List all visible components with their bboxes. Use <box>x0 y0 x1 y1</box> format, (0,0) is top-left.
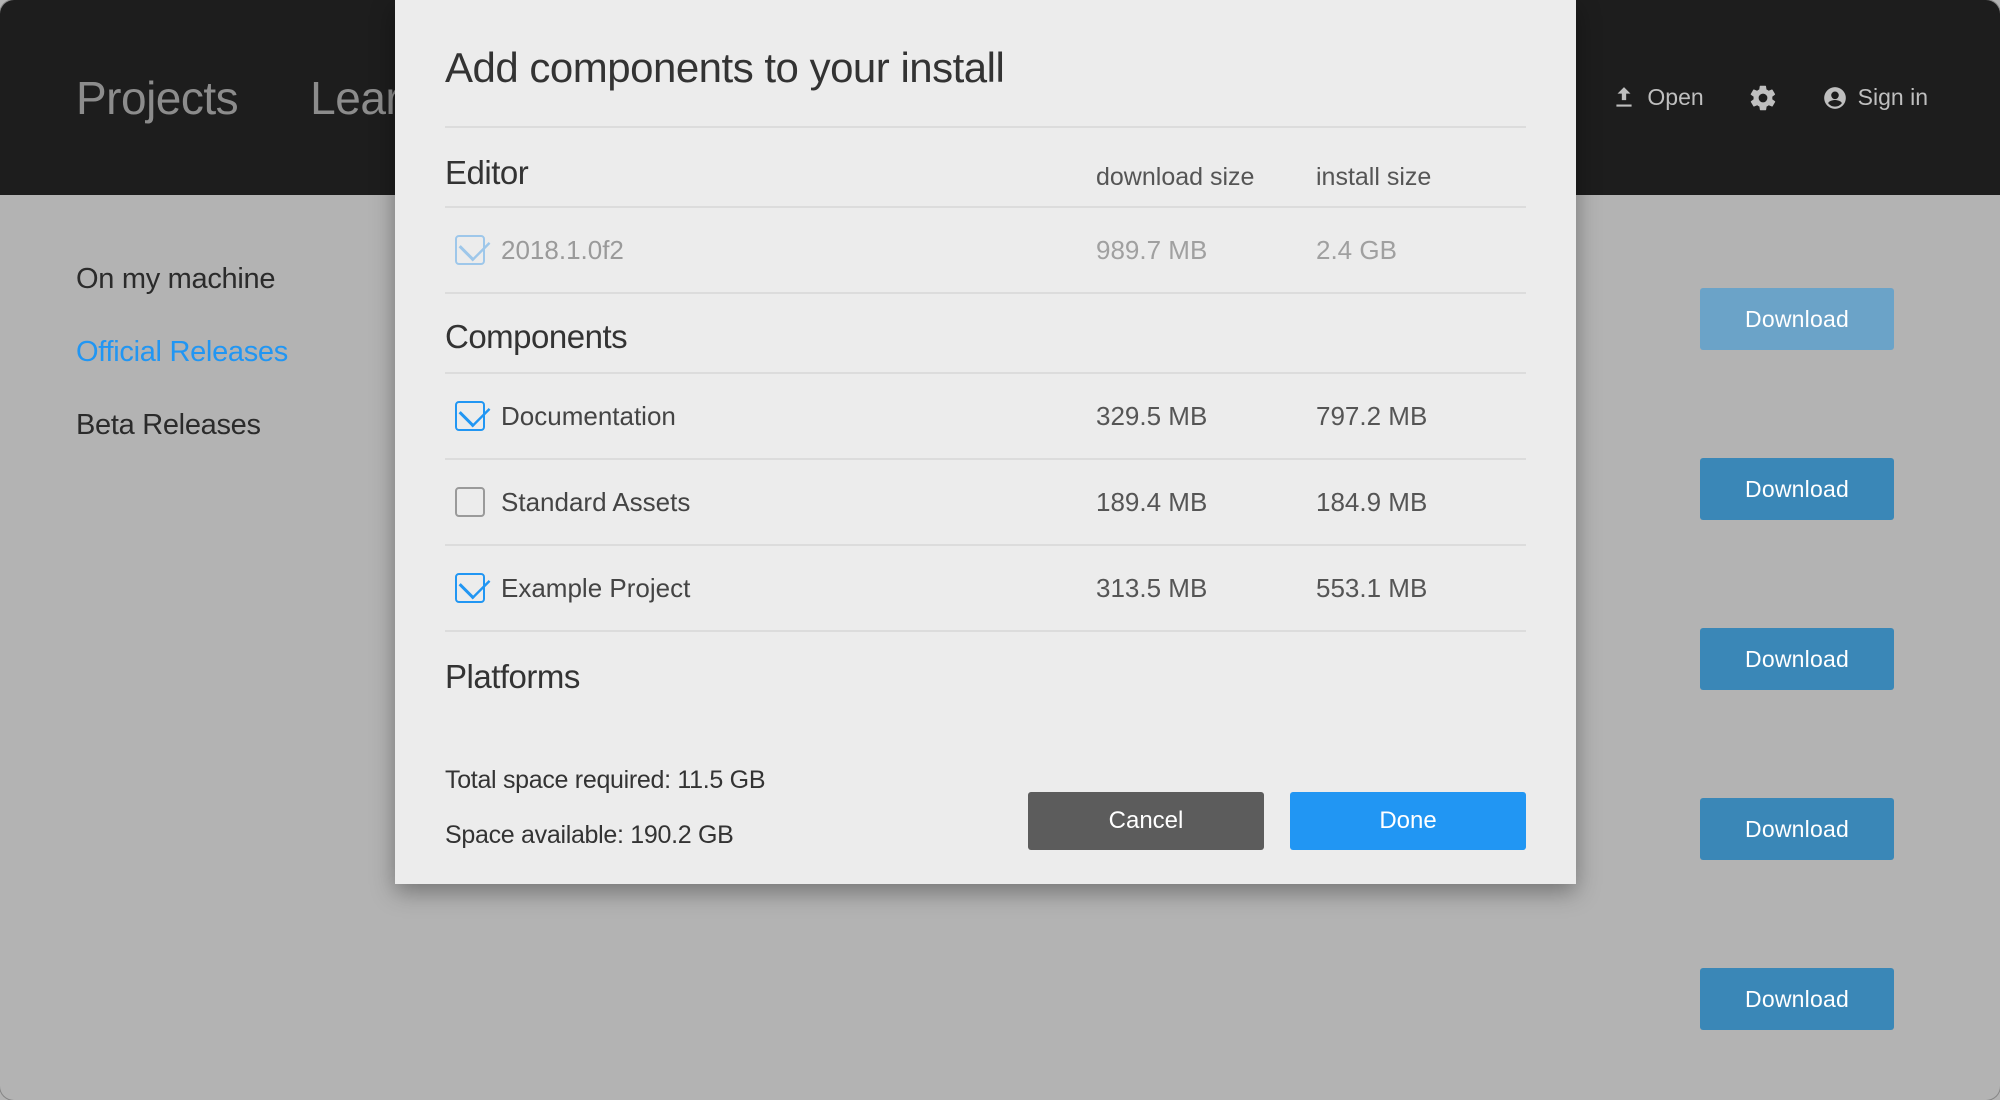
component-download-size: 313.5 MB <box>1096 573 1316 604</box>
editor-version-label: 2018.1.0f2 <box>501 235 624 266</box>
modal-title: Add components to your install <box>445 44 1526 92</box>
download-button[interactable]: Download <box>1700 798 1894 860</box>
download-button[interactable]: Download <box>1700 288 1894 350</box>
component-name: Example Project <box>501 573 690 604</box>
platforms-section-title: Platforms <box>445 632 1526 702</box>
editor-row: 2018.1.0f2 989.7 MB 2.4 GB <box>445 208 1526 294</box>
add-components-modal: Add components to your install Editor do… <box>395 0 1576 884</box>
upload-icon <box>1611 85 1637 111</box>
component-download-size: 329.5 MB <box>1096 401 1316 432</box>
component-install-size: 184.9 MB <box>1316 487 1526 518</box>
sidebar: On my machine Official Releases Beta Relea… <box>76 263 376 1100</box>
checkbox-editor <box>455 235 485 265</box>
sidebar-item-beta-releases[interactable]: Beta Releases <box>76 409 376 442</box>
download-button[interactable]: Download <box>1700 968 1894 1030</box>
cancel-button[interactable]: Cancel <box>1028 792 1264 850</box>
components-section-title: Components <box>445 294 1526 374</box>
open-button[interactable]: Open <box>1611 84 1703 111</box>
sidebar-item-on-my-machine[interactable]: On my machine <box>76 263 376 296</box>
component-download-size: 189.4 MB <box>1096 487 1316 518</box>
checkbox-documentation[interactable] <box>455 401 485 431</box>
component-row: Example Project 313.5 MB553.1 MB <box>445 546 1526 632</box>
total-space-required: Total space required: 11.5 GB <box>445 766 765 795</box>
component-name: Documentation <box>501 401 676 432</box>
component-row: Documentation 329.5 MB797.2 MB <box>445 374 1526 460</box>
download-button[interactable]: Download <box>1700 628 1894 690</box>
settings-button[interactable] <box>1748 83 1778 113</box>
column-header-install-size: install size <box>1316 163 1526 192</box>
checkbox-standard-assets[interactable] <box>455 487 485 517</box>
tab-projects[interactable]: Projects <box>76 71 238 125</box>
signin-label: Sign in <box>1858 84 1928 111</box>
done-button[interactable]: Done <box>1290 792 1526 850</box>
column-header-download-size: download size <box>1096 163 1316 192</box>
component-install-size: 553.1 MB <box>1316 573 1526 604</box>
editor-section-title: Editor <box>445 154 1096 192</box>
sidebar-item-official-releases[interactable]: Official Releases <box>76 336 376 369</box>
download-button[interactable]: Download <box>1700 458 1894 520</box>
component-name: Standard Assets <box>501 487 690 518</box>
signin-button[interactable]: Sign in <box>1822 84 1928 111</box>
gear-icon <box>1748 83 1778 113</box>
account-icon <box>1822 85 1848 111</box>
editor-install-size: 2.4 GB <box>1316 235 1526 266</box>
space-available: Space available: 190.2 GB <box>445 821 765 850</box>
component-install-size: 797.2 MB <box>1316 401 1526 432</box>
open-label: Open <box>1647 84 1703 111</box>
checkbox-example-project[interactable] <box>455 573 485 603</box>
component-row: Standard Assets 189.4 MB184.9 MB <box>445 460 1526 546</box>
editor-download-size: 989.7 MB <box>1096 235 1316 266</box>
